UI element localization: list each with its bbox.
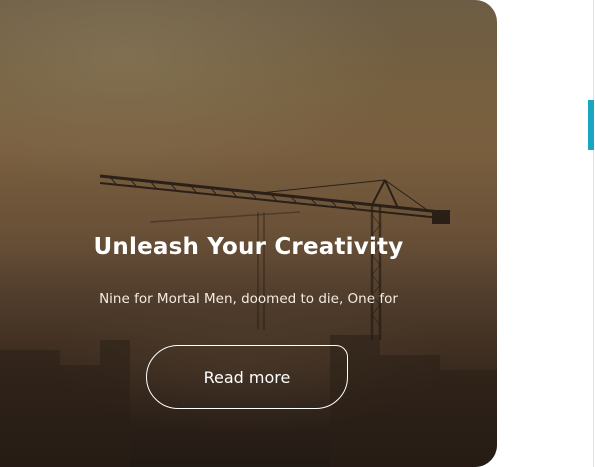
- hero-card: Unleash Your Creativity Nine for Mortal …: [0, 0, 497, 467]
- card-content: Unleash Your Creativity Nine for Mortal …: [0, 0, 497, 467]
- card-description: Nine for Mortal Men, doomed to die, One …: [99, 291, 398, 307]
- read-more-button[interactable]: Read more: [146, 345, 348, 409]
- page: Unleash Your Creativity Nine for Mortal …: [0, 0, 595, 467]
- scroll-indicator-tab[interactable]: [588, 100, 594, 150]
- card-title: Unleash Your Creativity: [93, 234, 404, 260]
- page-divider: [593, 0, 594, 467]
